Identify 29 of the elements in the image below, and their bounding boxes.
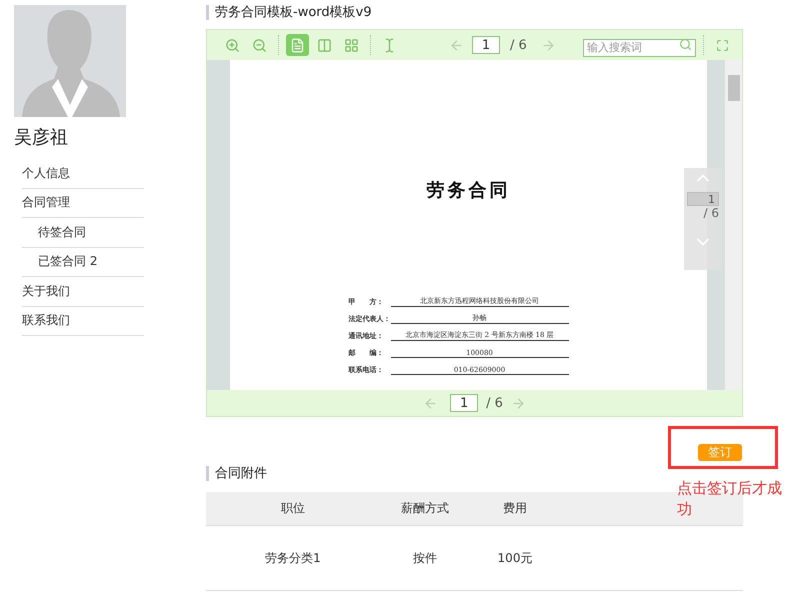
annotation-text: 点击签订后才成功: [677, 478, 783, 520]
page-field[interactable]: 1: [687, 192, 719, 206]
page-total: / 6: [510, 38, 527, 52]
column-header: 费用: [470, 492, 560, 526]
page-heading: 劳务合同: [426, 179, 510, 202]
section-title: 合同附件: [206, 466, 743, 481]
arrow-right-icon[interactable]: [510, 396, 526, 410]
page-total: / 6: [704, 206, 719, 220]
document-title: 劳务合同模板-word模板v9: [206, 5, 743, 20]
search-icon[interactable]: [679, 38, 692, 51]
user-name: 吴彦祖: [14, 126, 69, 149]
sidebar-item[interactable]: 联系我们: [22, 306, 144, 336]
table-cell: 按件: [380, 526, 470, 591]
search-field[interactable]: 输入搜索词: [583, 38, 696, 56]
column-header: 薪酬方式: [380, 492, 470, 526]
scrollbar[interactable]: [725, 60, 742, 390]
table-cell: 劳务分类1: [206, 526, 380, 591]
column-header: 职位: [206, 492, 380, 526]
page-field[interactable]: 1: [472, 36, 500, 54]
page-field[interactable]: 1: [450, 394, 478, 412]
sidebar-subitem[interactable]: 待签合同: [22, 218, 144, 248]
avatar-icon: [14, 5, 126, 117]
sidebar-item[interactable]: 关于我们: [22, 277, 144, 306]
sidebar-item[interactable]: 个人信息: [22, 159, 144, 188]
page-total: / 6: [486, 396, 503, 410]
table-cell: 100元: [470, 526, 560, 591]
single-page-icon[interactable]: [286, 34, 309, 56]
sidebar-item[interactable]: 合同管理: [22, 188, 144, 218]
sidebar-subitem[interactable]: 已签合同 2: [22, 248, 144, 277]
